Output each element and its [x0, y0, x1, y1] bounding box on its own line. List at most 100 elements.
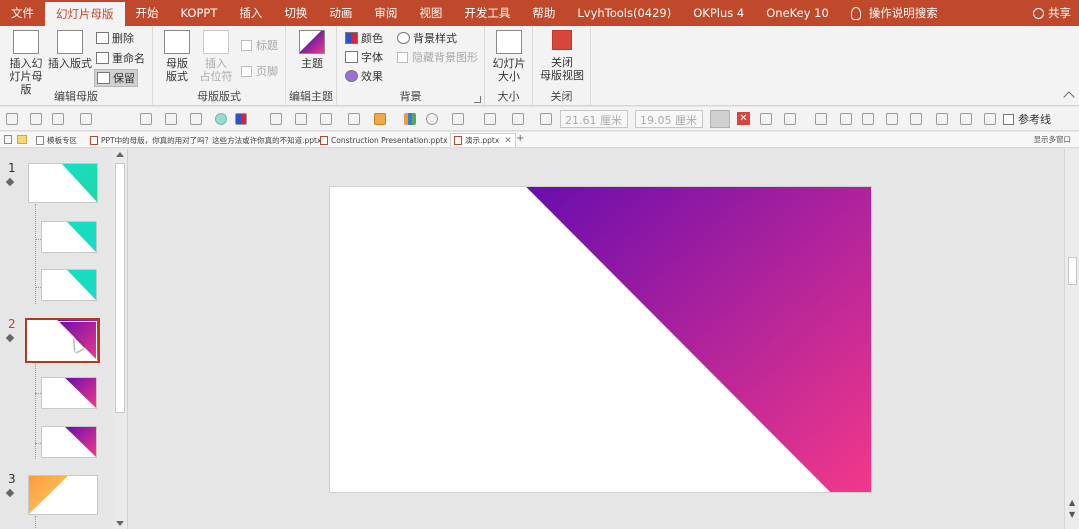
master-thumb-purple-selected[interactable]: [25, 318, 100, 363]
toolbar-icon-6[interactable]: [165, 113, 177, 125]
insert-layout-button[interactable]: 插入版式: [48, 30, 92, 70]
footer-checkbox[interactable]: 页脚: [239, 62, 280, 80]
tab-koppt[interactable]: KOPPT: [170, 0, 229, 26]
toolbar-icon-11[interactable]: [348, 113, 360, 125]
doc-tab-templates[interactable]: 模板专区: [36, 133, 77, 147]
background-dialog-launcher-icon[interactable]: [474, 96, 481, 103]
share-button[interactable]: 共享: [1033, 0, 1071, 26]
toolbar-icon-7[interactable]: [190, 113, 202, 125]
tab-review[interactable]: 审阅: [363, 0, 408, 26]
share-label: 共享: [1048, 6, 1071, 20]
layout-thumb-teal-1[interactable]: [41, 221, 97, 253]
layout-thumb-teal-2[interactable]: [41, 269, 97, 301]
collapse-ribbon-icon[interactable]: [1063, 91, 1075, 103]
shape-circle-icon[interactable]: [215, 113, 227, 125]
tab-animations[interactable]: 动画: [318, 0, 363, 26]
thumbnail-scrollbar[interactable]: [113, 149, 127, 529]
preserve-button[interactable]: 保留: [94, 69, 138, 87]
tab-developer[interactable]: 开发工具: [453, 0, 521, 26]
chart-icon[interactable]: [404, 113, 416, 125]
group-label-edit-theme: 编辑主题: [289, 90, 333, 103]
layout-thumb-purple-2[interactable]: [41, 426, 97, 458]
tab-onekey[interactable]: OneKey 10: [755, 0, 840, 26]
scrollbar-thumb[interactable]: [115, 163, 125, 413]
canvas-scrollbar[interactable]: ▲ ▼: [1064, 149, 1079, 529]
tab-lvyhtools[interactable]: LvyhTools(0429): [566, 0, 682, 26]
background-styles-button[interactable]: 背景样式: [395, 29, 459, 47]
height-field[interactable]: 19.05 厘米: [635, 110, 703, 128]
selected-tool-icon[interactable]: [710, 110, 730, 128]
tab-home[interactable]: 开始: [125, 0, 170, 26]
delete-x-icon[interactable]: ✕: [737, 112, 750, 125]
insert-placeholder-label: 插入 占位符: [199, 57, 233, 83]
toolbar-icon-3[interactable]: [52, 113, 64, 125]
highlight-icon[interactable]: [374, 113, 386, 125]
scroll-up-arrow-icon[interactable]: [116, 152, 124, 157]
font-a-icon[interactable]: [112, 113, 124, 125]
color-icon[interactable]: [235, 113, 247, 125]
align-icon-1[interactable]: [815, 113, 827, 125]
doc-tab-demo[interactable]: 演示.pptx ✕: [450, 133, 516, 147]
align-icon-4[interactable]: [886, 113, 898, 125]
tab-help[interactable]: 帮助: [521, 0, 566, 26]
toolbar-icon-9[interactable]: [295, 113, 307, 125]
open-folder-icon[interactable]: [17, 135, 27, 144]
insert-placeholder-button[interactable]: 插入 占位符: [197, 30, 235, 83]
doc-tab-construction[interactable]: Construction Presentation.pptx: [320, 133, 448, 147]
title-checkbox[interactable]: 标题: [239, 36, 280, 54]
align-icon-2[interactable]: [840, 113, 852, 125]
tab-view[interactable]: 视图: [408, 0, 453, 26]
toolbar-icon-5[interactable]: [140, 113, 152, 125]
delete-button[interactable]: 删除: [94, 29, 136, 47]
toolbar-icon-17[interactable]: [760, 113, 772, 125]
doc-tab-ppt-master[interactable]: PPT中的母版，你真的用对了吗？这些方法或许你真的不知道.pptx: [90, 133, 321, 147]
close-master-view-button[interactable]: 关闭 母版视图: [537, 30, 587, 82]
align-icon-3[interactable]: [862, 113, 874, 125]
tab-file[interactable]: 文件: [0, 0, 45, 26]
toolbar-icon-16[interactable]: [540, 113, 552, 125]
tab-okplus[interactable]: OKPlus 4: [682, 0, 755, 26]
rename-button[interactable]: 重命名: [94, 49, 147, 67]
align-icon-8[interactable]: [984, 113, 996, 125]
toolbar-icon-1[interactable]: [6, 113, 18, 125]
toolbar-icon-15[interactable]: [512, 113, 524, 125]
next-slide-icon[interactable]: ▼: [1069, 510, 1075, 519]
scroll-down-arrow-icon[interactable]: [116, 521, 124, 526]
doc-tab-label: 演示.pptx: [465, 136, 500, 145]
master-thumb-teal[interactable]: [28, 163, 98, 203]
tab-insert[interactable]: 插入: [228, 0, 273, 26]
tab-transitions[interactable]: 切换: [273, 0, 318, 26]
slide-size-button[interactable]: 幻灯片 大小: [490, 30, 528, 83]
show-multi-window[interactable]: 显示多窗口: [1034, 134, 1072, 145]
master-layout-button[interactable]: 母版 版式: [161, 30, 193, 83]
align-icon-7[interactable]: [960, 113, 972, 125]
theme-button[interactable]: 主题: [296, 30, 328, 70]
toolbar-icon-13[interactable]: [452, 113, 464, 125]
toolbar-icon-2[interactable]: [30, 113, 42, 125]
colors-button[interactable]: 颜色: [343, 29, 385, 47]
align-icon-6[interactable]: [936, 113, 948, 125]
tell-me-search[interactable]: 操作说明搜索: [840, 0, 949, 26]
effects-button[interactable]: 效果: [343, 67, 385, 85]
prev-slide-icon[interactable]: ▲: [1069, 498, 1075, 507]
add-tab-icon[interactable]: +: [516, 133, 524, 144]
width-field[interactable]: 21.61 厘米: [560, 110, 628, 128]
toolbar-icon-14[interactable]: [484, 113, 496, 125]
toolbar-icon-10[interactable]: [320, 113, 332, 125]
hide-background-checkbox[interactable]: 隐藏背景图形: [395, 48, 480, 66]
master-thumb-orange[interactable]: [28, 475, 98, 515]
layout-thumb-purple-1[interactable]: [41, 377, 97, 409]
guides-checkbox[interactable]: 参考线: [1003, 111, 1051, 127]
toolbar-icon-8[interactable]: [270, 113, 282, 125]
tab-slide-master[interactable]: 幻灯片母版: [45, 2, 125, 26]
toolbar-icon-12[interactable]: [426, 113, 438, 125]
fonts-button[interactable]: 字体: [343, 48, 385, 66]
canvas-scrollbar-thumb[interactable]: [1068, 257, 1077, 285]
align-icon-5[interactable]: [910, 113, 922, 125]
close-tab-icon[interactable]: ✕: [504, 136, 512, 146]
toolbar-icon-4[interactable]: [80, 113, 92, 125]
toolbar-icon-18[interactable]: [784, 113, 796, 125]
insert-slide-master-button[interactable]: 插入幻 灯片母版: [6, 30, 46, 96]
slide-master-preview[interactable]: [329, 186, 872, 493]
new-doc-icon[interactable]: [4, 135, 12, 144]
